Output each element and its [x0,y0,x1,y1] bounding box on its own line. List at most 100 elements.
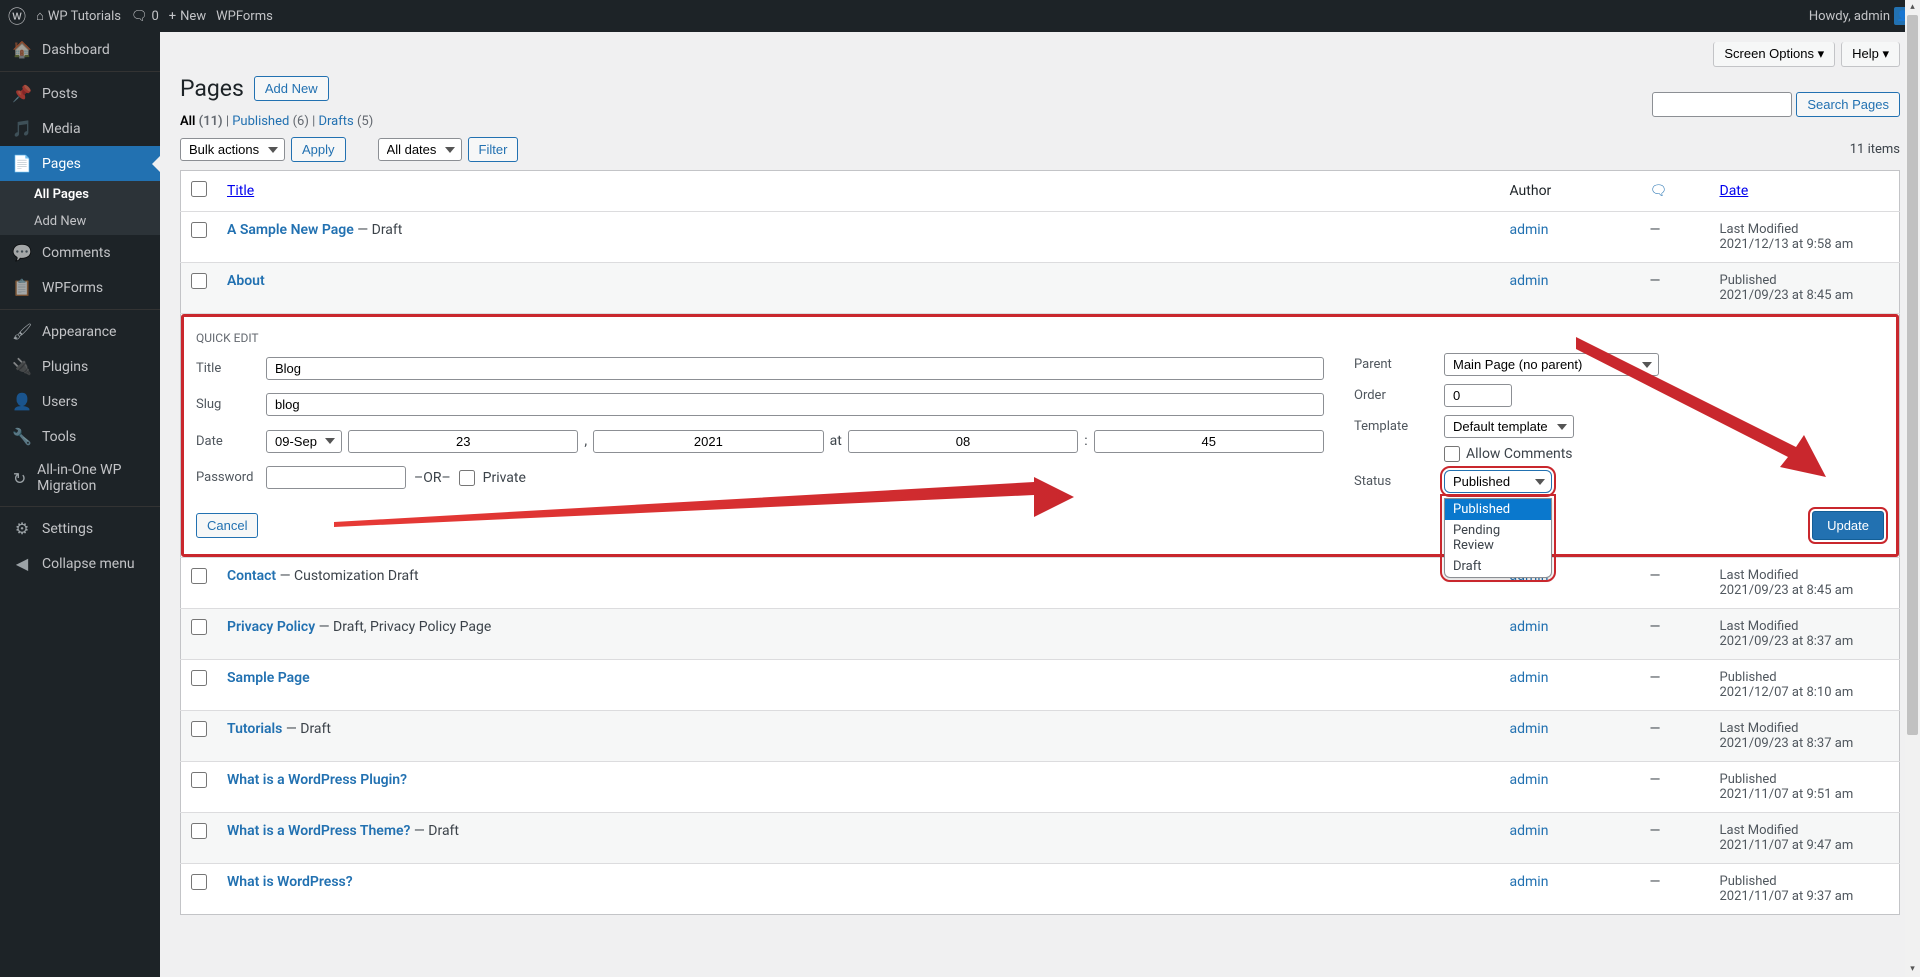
menu-plugins[interactable]: 🔌Plugins [0,349,160,384]
comment-icon: 💬 [12,243,32,262]
scroll-down-icon[interactable]: ▾ [1905,962,1920,977]
column-title[interactable]: Title [227,183,254,199]
page-title-link[interactable]: About [227,273,265,289]
status-option-pending[interactable]: Pending Review [1445,520,1551,556]
order-input[interactable] [1444,384,1512,407]
howdy-link[interactable]: Howdy, admin 👤 [1809,7,1912,25]
bulk-actions-select[interactable]: Bulk actions [180,138,285,161]
menu-collapse[interactable]: ◀Collapse menu [0,546,160,581]
update-button[interactable]: Update [1812,511,1884,540]
template-select[interactable]: Default template [1444,415,1574,438]
day-input[interactable] [348,430,578,453]
row-checkbox[interactable] [191,619,207,635]
column-author: Author [1500,171,1640,212]
comments-cell: — [1640,711,1710,762]
apply-button[interactable]: Apply [291,137,346,162]
row-checkbox[interactable] [191,222,207,238]
parent-select[interactable]: Main Page (no parent) [1444,353,1659,376]
menu-comments[interactable]: 💬 Comments [0,235,160,270]
author-link[interactable]: admin [1510,619,1549,635]
page-title-link[interactable]: Sample Page [227,670,310,686]
cancel-button[interactable]: Cancel [196,513,258,538]
search-button[interactable]: Search Pages [1796,92,1900,117]
row-checkbox[interactable] [191,273,207,289]
row-checkbox[interactable] [191,568,207,584]
menu-wpforms[interactable]: 📋WPForms [0,270,160,305]
wpforms-link[interactable]: WPForms [216,9,273,24]
menu-media[interactable]: 🎵Media [0,111,160,146]
allow-comments-checkbox[interactable] [1444,446,1460,462]
row-checkbox[interactable] [191,874,207,890]
menu-pages[interactable]: 📄Pages [0,146,160,181]
row-checkbox[interactable] [191,823,207,839]
view-filters: All (11) | Published (6) | Drafts (5) [180,114,1900,129]
private-checkbox[interactable] [459,470,475,486]
author-link[interactable]: admin [1510,670,1549,686]
status-option-draft[interactable]: Draft [1445,556,1551,577]
page-title-link[interactable]: What is a WordPress Plugin? [227,772,407,788]
row-checkbox[interactable] [191,670,207,686]
search-input[interactable] [1652,92,1792,117]
month-select[interactable]: 09-Sep [266,430,342,453]
order-label: Order [1354,388,1444,403]
quick-edit-heading: QUICK EDIT [196,331,1884,345]
slug-label: Slug [196,397,266,412]
page-title-link[interactable]: Tutorials [227,721,282,737]
vertical-scrollbar[interactable]: ▴ ▾ [1905,0,1920,977]
menu-posts[interactable]: 📌Posts [0,71,160,111]
author-link[interactable]: admin [1510,222,1549,238]
hour-input[interactable] [848,430,1078,453]
help-button[interactable]: Help ▾ [1841,42,1900,67]
select-all-checkbox[interactable] [191,181,207,197]
submenu-all-pages[interactable]: All Pages [0,181,160,208]
screen-options-button[interactable]: Screen Options ▾ [1713,42,1835,67]
add-new-button[interactable]: Add New [254,76,329,101]
page-title-link[interactable]: What is a WordPress Theme? [227,823,410,839]
comments-cell: — [1640,609,1710,660]
year-input[interactable] [593,430,823,453]
page-title-link[interactable]: What is WordPress? [227,874,353,890]
submenu-add-new[interactable]: Add New [0,208,160,235]
filter-published[interactable]: Published (6) [232,114,309,129]
row-checkbox[interactable] [191,772,207,788]
wp-logo[interactable]: ⓦ [8,3,26,29]
filter-drafts[interactable]: Drafts (5) [318,114,373,129]
author-link[interactable]: admin [1510,823,1549,839]
status-select[interactable]: Published [1444,470,1552,493]
menu-tools[interactable]: 🔧Tools [0,419,160,454]
scrollbar-thumb[interactable] [1907,15,1918,735]
site-link[interactable]: ⌂ WP Tutorials [36,8,121,24]
filter-all[interactable]: All (11) [180,114,223,129]
column-date[interactable]: Date [1720,183,1749,199]
menu-appearance[interactable]: 🖌Appearance [0,309,160,349]
plug-icon: 🔌 [12,357,32,376]
slug-input[interactable] [266,393,1324,416]
comments-icon[interactable]: 🗨 [1650,183,1668,199]
filter-button[interactable]: Filter [468,137,519,162]
author-link[interactable]: admin [1510,273,1549,289]
date-status: Last Modified [1720,568,1799,583]
minute-input[interactable] [1094,430,1324,453]
menu-label: Comments [42,245,111,261]
menu-dashboard[interactable]: 🏠Dashboard [0,32,160,67]
dates-select[interactable]: All dates [378,138,462,161]
author-link[interactable]: admin [1510,772,1549,788]
comments-link[interactable]: 🗨 0 [131,9,159,24]
date-value: 2021/09/23 at 8:37 am [1720,736,1854,751]
page-title-link[interactable]: Contact [227,568,276,584]
page-title-link[interactable]: A Sample New Page [227,222,354,238]
new-link[interactable]: + New [169,9,206,24]
author-link[interactable]: admin [1510,721,1549,737]
scroll-up-icon[interactable]: ▴ [1905,0,1920,15]
comments-cell: — [1640,864,1710,915]
status-option-published[interactable]: Published [1445,499,1551,520]
page-title-link[interactable]: Privacy Policy [227,619,315,635]
password-input[interactable] [266,466,406,489]
menu-users[interactable]: 👤Users [0,384,160,419]
title-input[interactable] [266,357,1324,380]
author-link[interactable]: admin [1510,874,1549,890]
menu-settings[interactable]: ⚙Settings [0,506,160,546]
row-checkbox[interactable] [191,721,207,737]
date-status: Published [1720,273,1777,288]
menu-migration[interactable]: ↻All-in-One WP Migration [0,454,160,502]
